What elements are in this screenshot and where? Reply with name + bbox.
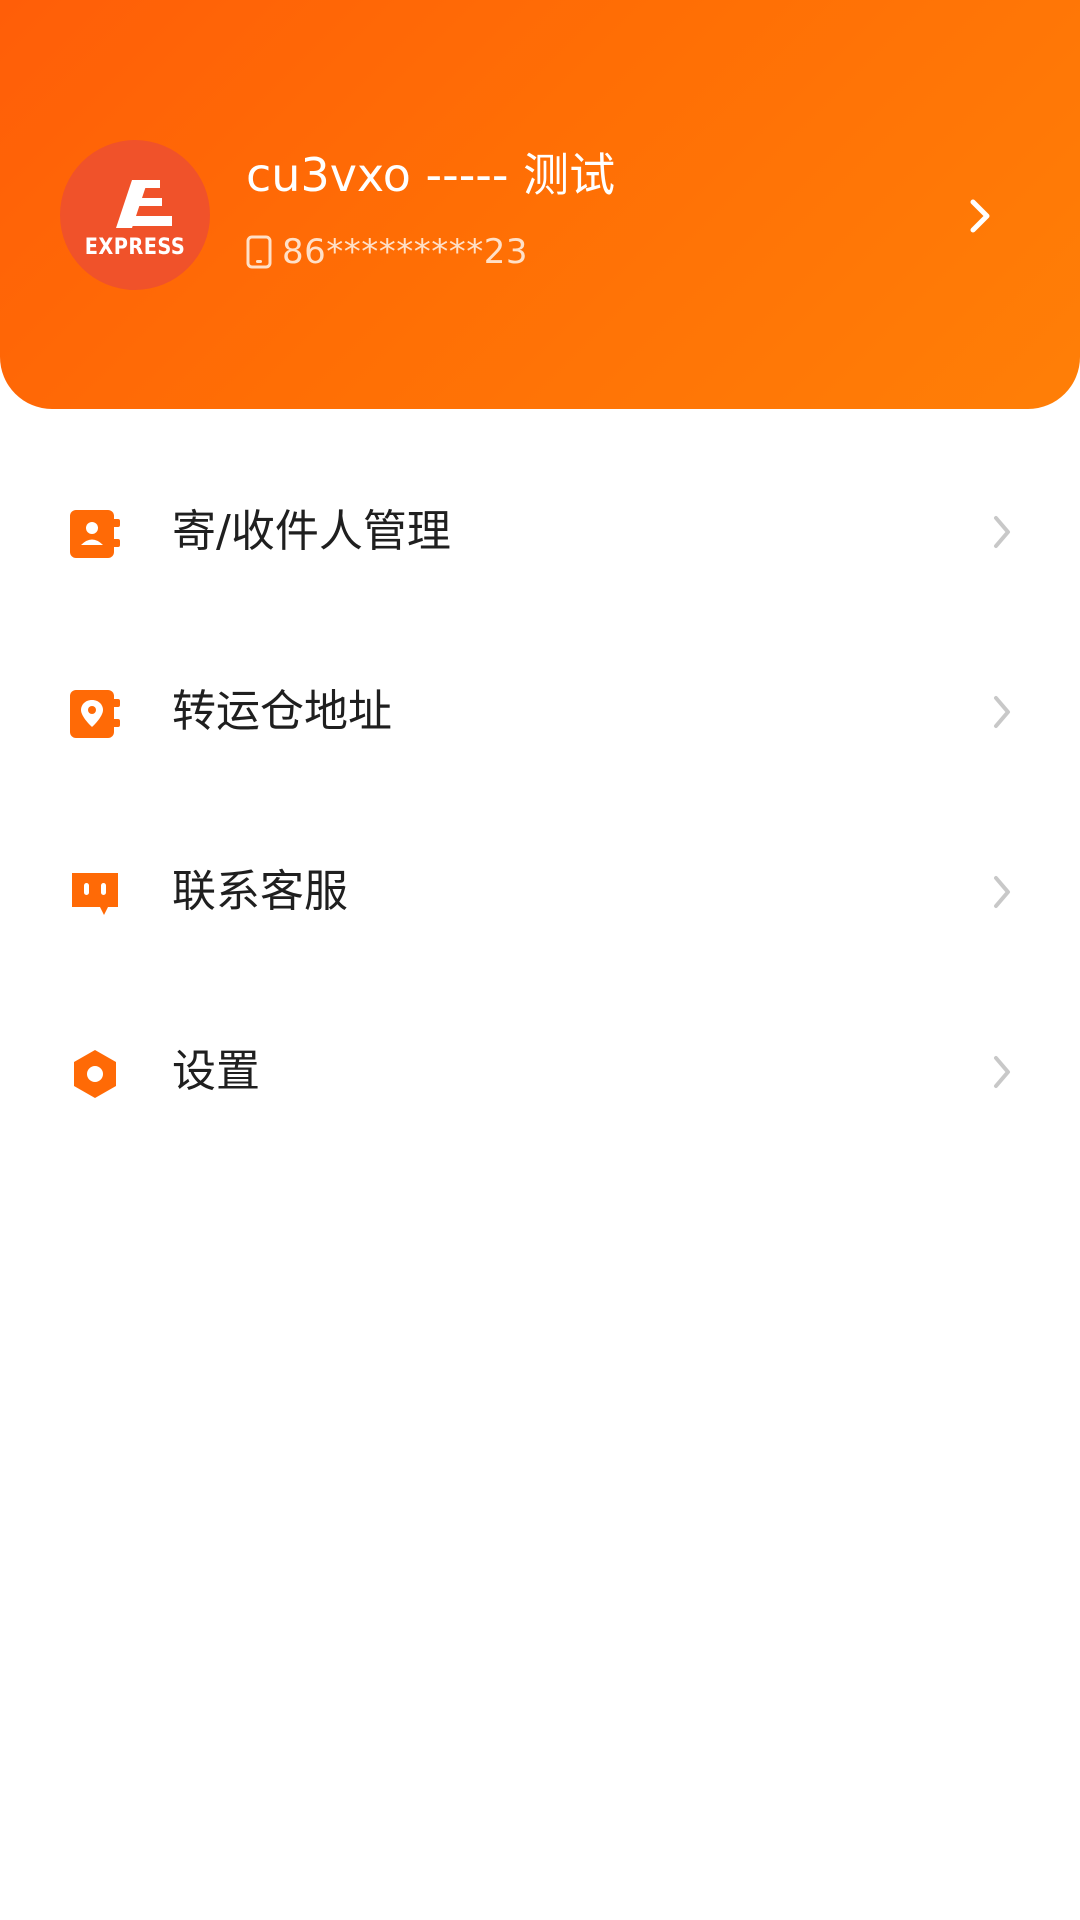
menu-item-customer-service[interactable]: 联系客服 — [0, 800, 1080, 980]
express-logo-icon — [116, 180, 172, 228]
avatar[interactable]: EXPRESS — [60, 140, 210, 290]
location-icon — [70, 690, 120, 738]
phone-number: 86*********23 — [282, 232, 529, 272]
chevron-right-icon[interactable] — [960, 194, 1000, 238]
phone-row: 86*********23 — [246, 230, 528, 274]
contacts-icon — [70, 510, 120, 558]
menu-item-settings[interactable]: 设置 — [0, 980, 1080, 1160]
chevron-right-icon — [994, 876, 1010, 908]
menu-item-warehouse-address[interactable]: 转运仓地址 — [0, 620, 1080, 800]
username: cu3vxo ----- 测试 — [246, 148, 616, 202]
avatar-logo-text: EXPRESS — [84, 235, 186, 260]
phone-icon — [246, 235, 272, 269]
menu-item-label: 设置 — [172, 1046, 260, 1097]
chevron-right-icon — [994, 1056, 1010, 1088]
menu-item-label: 联系客服 — [172, 866, 348, 917]
settings-icon — [74, 1050, 116, 1098]
chat-icon — [72, 873, 118, 915]
menu-item-label: 转运仓地址 — [172, 686, 392, 737]
profile-header[interactable]: EXPRESS cu3vxo ----- 测试 86*********23 — [0, 0, 1080, 409]
profile-page: EXPRESS cu3vxo ----- 测试 86*********23 寄/… — [0, 0, 1080, 1920]
menu-item-label: 寄/收件人管理 — [172, 506, 451, 557]
menu-item-contacts[interactable]: 寄/收件人管理 — [0, 440, 1080, 620]
chevron-right-icon — [994, 696, 1010, 728]
chevron-right-icon — [994, 516, 1010, 548]
